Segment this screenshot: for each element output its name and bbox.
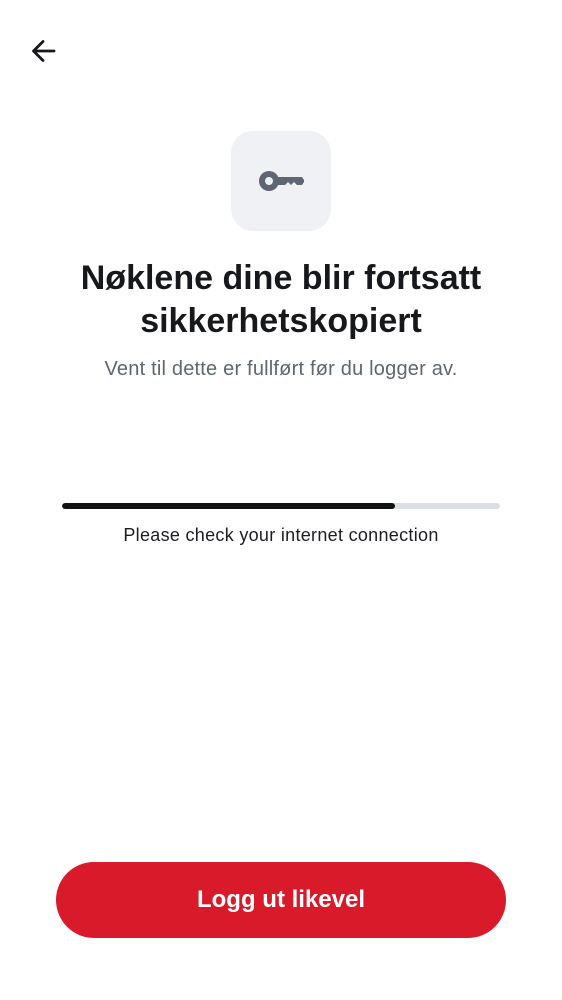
page-title-line-2: sikkerhetskopiert: [140, 302, 422, 340]
page-subtitle: Vent til dette er fullført før du logger…: [104, 358, 458, 380]
key-icon-tile: [231, 131, 331, 231]
backup-progress-bar: [62, 503, 500, 509]
back-button[interactable]: [22, 30, 64, 72]
arrow-left-icon: [32, 40, 56, 62]
backup-in-progress-screen: Nøklene dine blir fortsatt sikkerhetskop…: [0, 0, 562, 1000]
key-icon: [259, 171, 304, 191]
connection-status-text: Please check your internet connection: [123, 525, 439, 545]
logout-anyway-label: Logg ut likevel: [196, 886, 366, 913]
logout-anyway-button[interactable]: Logg ut likevel: [56, 862, 506, 938]
page-title-line-1: Nøklene dine blir fortsatt: [80, 259, 482, 297]
page-title: Nøklene dine blir fortsatt sikkerhetskop…: [30, 257, 532, 343]
backup-progress-fill: [62, 503, 395, 509]
